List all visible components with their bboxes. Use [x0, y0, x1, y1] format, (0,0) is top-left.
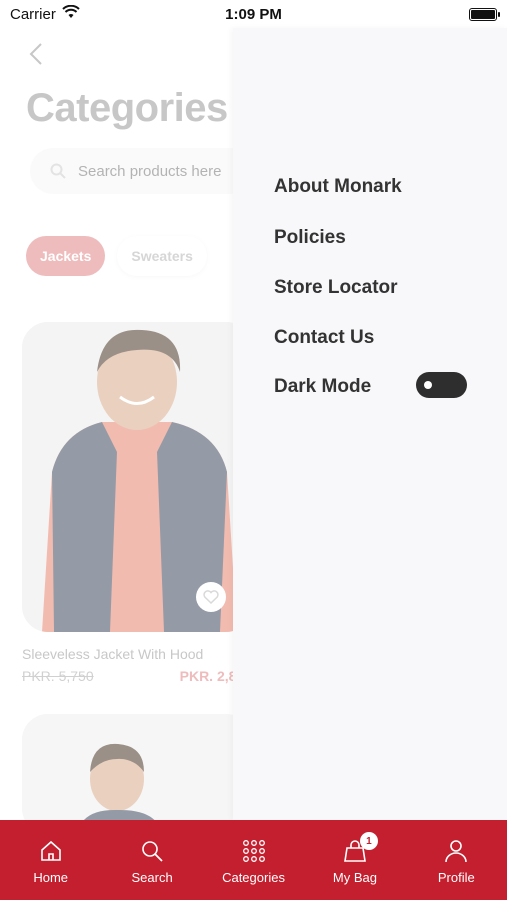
search-icon — [139, 838, 165, 864]
grid-icon — [241, 838, 267, 864]
carrier-label: Carrier — [10, 5, 56, 23]
tab-my-bag[interactable]: 1 My Bag — [304, 820, 405, 900]
menu-item-dark-mode: Dark Mode — [274, 376, 372, 397]
tab-profile[interactable]: Profile — [406, 820, 507, 900]
toggle-knob — [424, 381, 432, 389]
menu-item-policies[interactable]: Policies — [274, 227, 346, 249]
status-left: Carrier — [10, 4, 80, 23]
tab-label: Profile — [437, 870, 475, 885]
tab-label: Search — [131, 870, 173, 885]
profile-icon — [443, 838, 469, 864]
tab-label: My Bag — [332, 870, 377, 885]
home-icon — [38, 838, 64, 864]
tab-home[interactable]: Home — [0, 820, 101, 900]
bottom-tab-bar: Home Search Categories 1 My Bag Profile — [0, 820, 507, 900]
tab-categories[interactable]: Categories — [203, 820, 304, 900]
tab-search[interactable]: Search — [101, 820, 202, 900]
wifi-icon — [62, 4, 80, 23]
dark-mode-toggle[interactable] — [416, 372, 467, 398]
menu-item-about[interactable]: About Monark — [274, 176, 402, 198]
side-drawer: About Monark Policies Store Locator Cont… — [233, 28, 507, 820]
tab-label: Categories — [222, 870, 285, 885]
menu-item-store-locator[interactable]: Store Locator — [274, 277, 398, 299]
tab-label: Home — [33, 870, 69, 885]
bag-count-badge: 1 — [359, 832, 378, 850]
status-bar: Carrier 1:09 PM — [0, 0, 507, 28]
battery-icon — [469, 7, 500, 21]
menu-item-contact[interactable]: Contact Us — [274, 327, 374, 349]
bag-icon: 1 — [342, 832, 378, 864]
